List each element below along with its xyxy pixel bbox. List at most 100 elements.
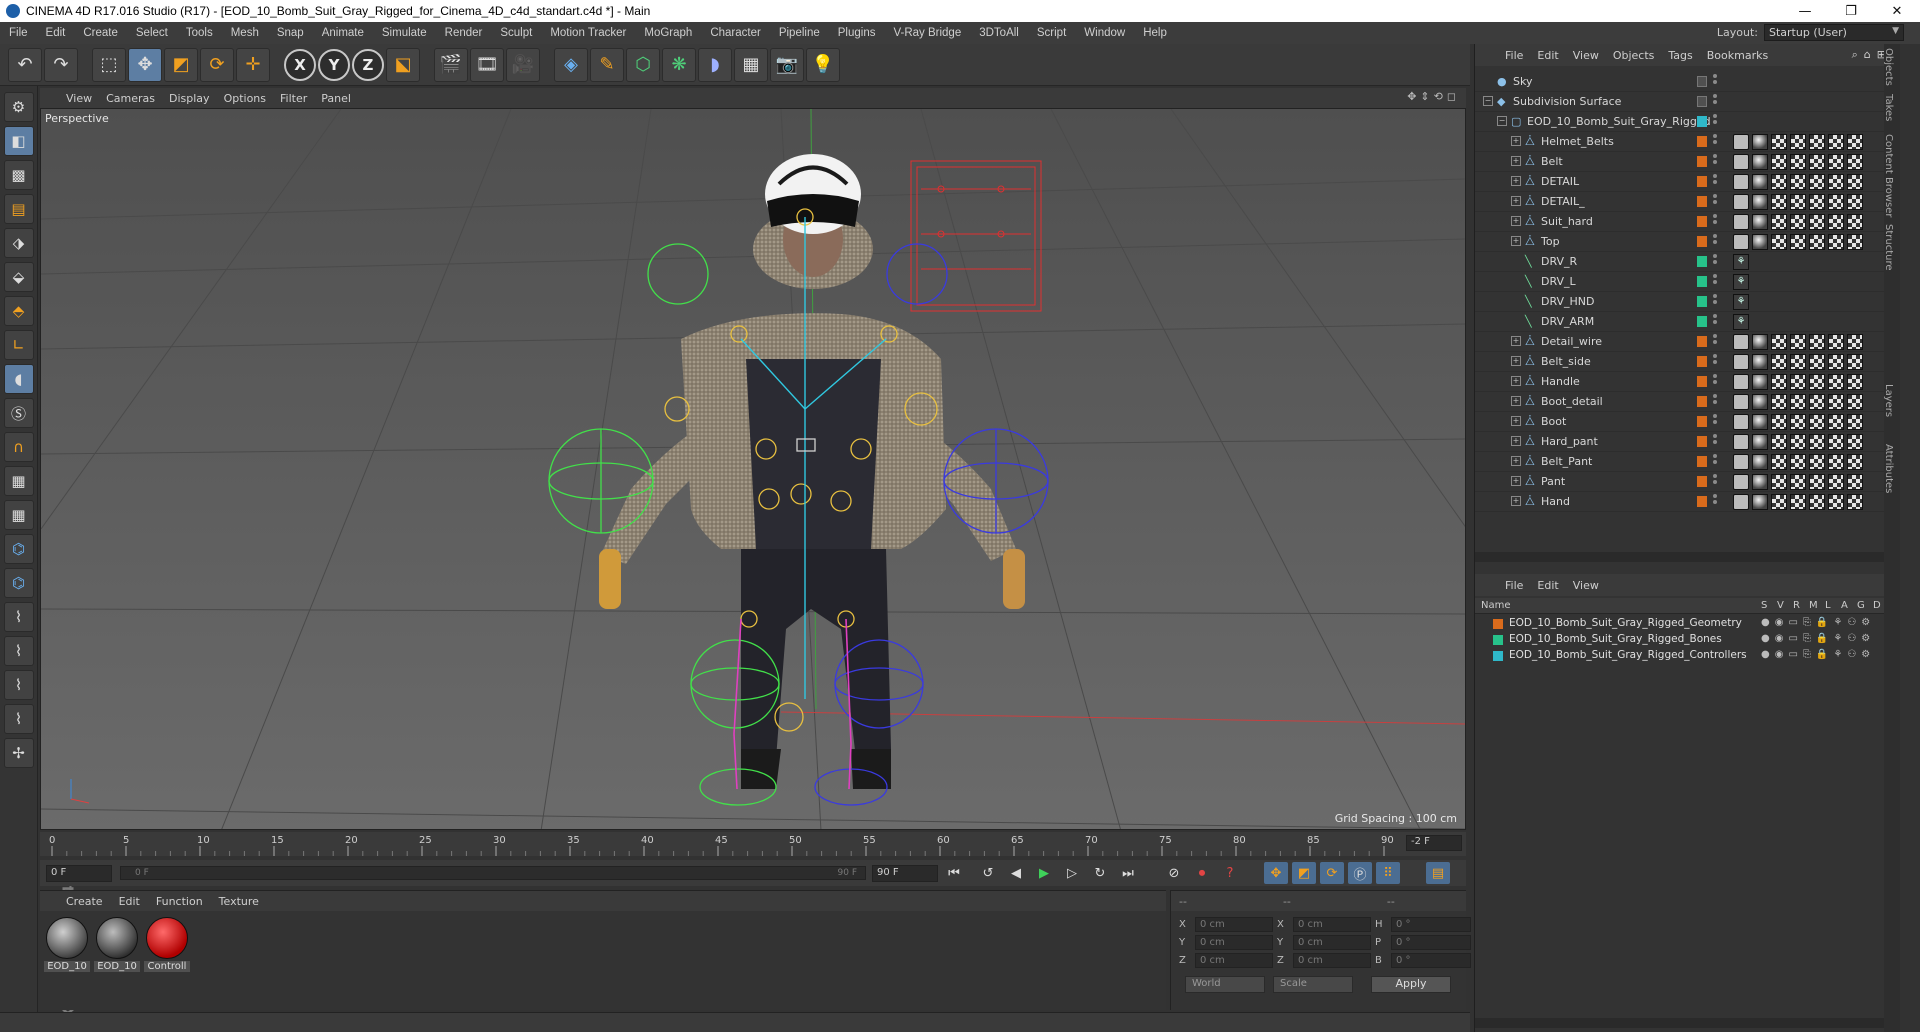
texture-tag-icon[interactable] <box>1809 134 1825 150</box>
visibility-dots[interactable] <box>1713 474 1719 488</box>
add-floor-button[interactable]: ▦ <box>734 47 768 82</box>
go-to-start-button[interactable]: ⏮ <box>942 862 966 884</box>
move-tool-button[interactable]: ✥ <box>128 47 162 82</box>
texture-tag-icon[interactable] <box>1771 434 1787 450</box>
extra-tool-button-2[interactable]: ⌇ <box>3 704 34 734</box>
end-frame-field[interactable]: 90 F <box>872 864 938 882</box>
close-button[interactable]: ✕ <box>1874 0 1920 22</box>
previous-key-button[interactable]: ↺ <box>976 862 1000 884</box>
phong-tag-icon[interactable] <box>1733 374 1749 390</box>
texture-tag-icon[interactable] <box>1828 394 1844 410</box>
size-y-field[interactable]: 0 cm <box>1293 935 1371 950</box>
menu-mograph[interactable]: MoGraph <box>635 27 701 39</box>
texture-tag-icon[interactable] <box>1790 454 1806 470</box>
material-tag-icon[interactable] <box>1752 154 1768 170</box>
layer-color-chip[interactable] <box>1697 116 1707 127</box>
texture-tag-icon[interactable] <box>1847 474 1863 490</box>
visibility-dots[interactable] <box>1713 154 1719 168</box>
minimize-button[interactable]: — <box>1782 0 1828 22</box>
key-scale-button[interactable]: ◩ <box>1292 862 1316 884</box>
rot-p-field[interactable]: 0 ° <box>1391 935 1471 950</box>
phong-tag-icon[interactable] <box>1733 234 1749 250</box>
texture-tag-icon[interactable] <box>1828 414 1844 430</box>
points-mode-button[interactable]: ⬗ <box>3 228 34 258</box>
viewport-navigation-icons[interactable]: ✥⇕⟲◻ <box>1407 90 1460 103</box>
material-menu-create[interactable]: Create <box>66 895 103 908</box>
viewport-menu-display[interactable]: Display <box>169 92 210 105</box>
texture-tag-icon[interactable] <box>1828 434 1844 450</box>
texture-tag-icon[interactable] <box>1790 214 1806 230</box>
layer-color-swatch[interactable] <box>1493 651 1503 661</box>
expand-icon[interactable]: + <box>1511 456 1521 466</box>
layer-row[interactable]: EOD_10_Bomb_Suit_Gray_Rigged_Controllers… <box>1475 648 1885 664</box>
material-tag-icon[interactable] <box>1752 494 1768 510</box>
key-parameter-button[interactable]: Ⓟ <box>1348 862 1372 884</box>
phong-tag-icon[interactable] <box>1733 154 1749 170</box>
material-tag-icon[interactable] <box>1752 474 1768 490</box>
play-button[interactable]: ▶ <box>1032 862 1056 884</box>
add-camera-button[interactable]: 📷 <box>770 47 804 82</box>
key-pla-button[interactable]: ⠿ <box>1376 862 1400 884</box>
xpresso-tag-icon[interactable]: ⚘ <box>1733 314 1749 330</box>
texture-tag-icon[interactable] <box>1847 494 1863 510</box>
visibility-dots[interactable] <box>1713 234 1719 248</box>
texture-tag-icon[interactable] <box>1809 394 1825 410</box>
object-row[interactable]: + ⧊ Boot_detail <box>1475 392 1885 412</box>
material-tag-icon[interactable] <box>1752 394 1768 410</box>
workplane-snap-button[interactable]: ▦ <box>3 500 34 530</box>
material-menu-texture[interactable]: Texture <box>219 895 259 908</box>
visibility-dots[interactable] <box>1713 394 1719 408</box>
object-row[interactable]: + ⧊ Helmet_Belts <box>1475 132 1885 152</box>
viewport-menu-panel[interactable]: Panel <box>321 92 351 105</box>
material-tag-icon[interactable] <box>1752 174 1768 190</box>
maximize-button[interactable]: ❐ <box>1828 0 1874 22</box>
texture-tag-icon[interactable] <box>1771 234 1787 250</box>
next-key-button[interactable]: ↻ <box>1088 862 1112 884</box>
visibility-dots[interactable] <box>1713 334 1719 348</box>
layout-dropdown[interactable]: Startup (User) ▼ <box>1764 24 1904 41</box>
menu-file[interactable]: File <box>0 27 37 39</box>
object-row[interactable]: + ⧊ Top <box>1475 232 1885 252</box>
layer-row[interactable]: EOD_10_Bomb_Suit_Gray_Rigged_Bones ●◉▭⎘🔒… <box>1475 632 1885 648</box>
texture-tag-icon[interactable] <box>1771 474 1787 490</box>
visibility-dots[interactable] <box>1713 454 1719 468</box>
texture-tag-icon[interactable] <box>1790 474 1806 490</box>
texture-tag-icon[interactable] <box>1828 354 1844 370</box>
size-x-field[interactable]: 0 cm <box>1293 917 1371 932</box>
workplane-mode-button[interactable]: ▤ <box>3 194 34 224</box>
texture-tag-icon[interactable] <box>1847 354 1863 370</box>
texture-tag-icon[interactable] <box>1828 334 1844 350</box>
viewport-menu-options[interactable]: Options <box>224 92 266 105</box>
om-menu-file[interactable]: File <box>1505 49 1523 62</box>
menu-create[interactable]: Create <box>74 27 127 39</box>
expand-icon[interactable]: + <box>1511 476 1521 486</box>
object-row[interactable]: ╲ DRV_HND ⚘ <box>1475 292 1885 312</box>
expand-icon[interactable]: + <box>1511 416 1521 426</box>
layer-color-chip[interactable] <box>1697 156 1707 167</box>
layer-color-chip[interactable] <box>1697 436 1707 447</box>
xpresso-tag-icon[interactable]: ⚘ <box>1733 294 1749 310</box>
pos-x-field[interactable]: 0 cm <box>1195 917 1273 932</box>
expand-icon[interactable]: + <box>1511 156 1521 166</box>
visibility-dots[interactable] <box>1713 194 1719 208</box>
visibility-dots[interactable] <box>1713 414 1719 428</box>
texture-tag-icon[interactable] <box>1828 474 1844 490</box>
texture-tag-icon[interactable] <box>1847 174 1863 190</box>
texture-tag-icon[interactable] <box>1809 334 1825 350</box>
add-light-button[interactable]: 💡 <box>806 47 840 82</box>
texture-tag-icon[interactable] <box>1847 434 1863 450</box>
texture-tag-icon[interactable] <box>1847 154 1863 170</box>
texture-tag-icon[interactable] <box>1828 214 1844 230</box>
material-menu-function[interactable]: Function <box>156 895 203 908</box>
menu-snap[interactable]: Snap <box>268 27 313 39</box>
om-menu-view[interactable]: View <box>1573 49 1599 62</box>
texture-tag-icon[interactable] <box>1847 234 1863 250</box>
material-tag-icon[interactable] <box>1752 354 1768 370</box>
visibility-dots[interactable] <box>1713 434 1719 448</box>
texture-tag-icon[interactable] <box>1790 154 1806 170</box>
phong-tag-icon[interactable] <box>1733 494 1749 510</box>
material-tag-icon[interactable] <box>1752 414 1768 430</box>
add-generator-button[interactable]: ⬡ <box>626 47 660 82</box>
tweak-mode-button[interactable]: ◖ <box>3 364 34 394</box>
phong-tag-icon[interactable] <box>1733 134 1749 150</box>
